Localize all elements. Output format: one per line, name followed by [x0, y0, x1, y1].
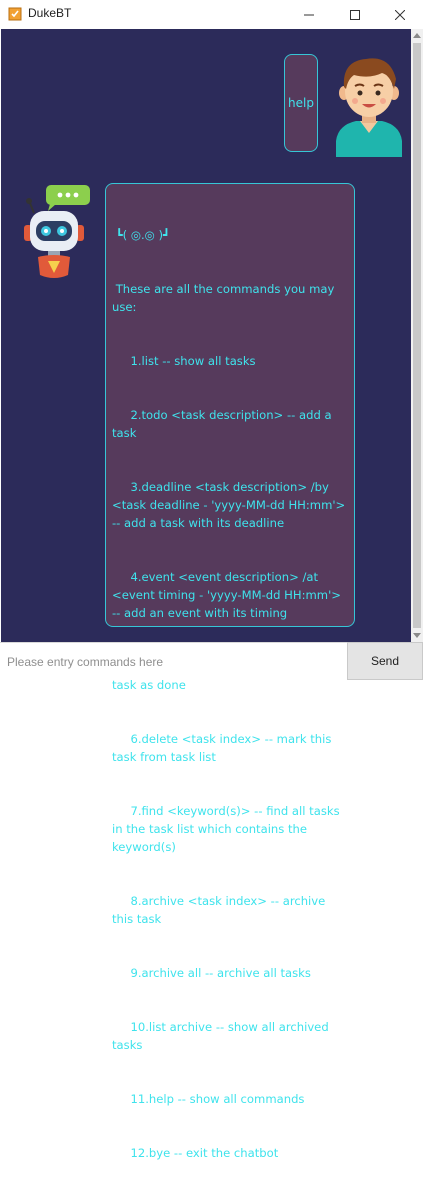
minimize-icon [304, 14, 314, 15]
bot-line: 1.list -- show all tasks [112, 354, 256, 368]
bot-line: 3.deadline <task description> /by <task … [112, 480, 349, 530]
bot-line: 8.archive <task index> -- archive this t… [112, 894, 329, 926]
scroll-thumb[interactable] [413, 43, 421, 628]
window-title: DukeBT [28, 6, 72, 20]
close-icon [395, 9, 405, 20]
bot-line: 7.find <keyword(s)> -- find all tasks in… [112, 804, 344, 854]
minimize-button[interactable] [286, 0, 332, 29]
close-button[interactable] [377, 0, 423, 29]
bot-line: 4.event <event description> /at <event t… [112, 570, 345, 620]
boy-avatar-icon [336, 58, 402, 157]
command-input-container [0, 642, 347, 680]
bot-line: 2.todo <task description> -- add a task [112, 408, 336, 440]
scroll-down-icon[interactable] [413, 633, 421, 638]
title-bar: DukeBT [0, 0, 423, 29]
send-button[interactable]: Send [347, 642, 423, 680]
maximize-button[interactable] [332, 0, 378, 29]
user-message-bubble: help [284, 54, 318, 152]
bot-line: ┗( ◎.◎ )┛ [112, 228, 170, 242]
app-icon [8, 7, 22, 21]
bot-line: These are all the commands you may use: [112, 282, 339, 314]
bot-line: 9.archive all -- archive all tasks [112, 966, 311, 980]
bot-message-bubble: ┗( ◎.◎ )┛ These are all the commands you… [105, 183, 355, 1160]
user-message-text: help [288, 96, 314, 110]
bot-line: 6.delete <task index> -- mark this task … [112, 732, 336, 764]
bot-line: 11.help -- show all commands [112, 1092, 305, 1106]
chat-scrollbar[interactable] [411, 29, 423, 642]
command-input[interactable] [0, 643, 347, 680]
scroll-up-icon[interactable] [413, 33, 421, 38]
maximize-icon [350, 9, 360, 20]
bot-message-text: ┗( ◎.◎ )┛ These are all the commands you… [112, 190, 348, 1198]
bot-line: 10.list archive -- show all archived tas… [112, 1020, 333, 1052]
bot-line: 12.bye -- exit the chatbot [112, 1146, 279, 1160]
robot-avatar-icon [24, 185, 90, 278]
